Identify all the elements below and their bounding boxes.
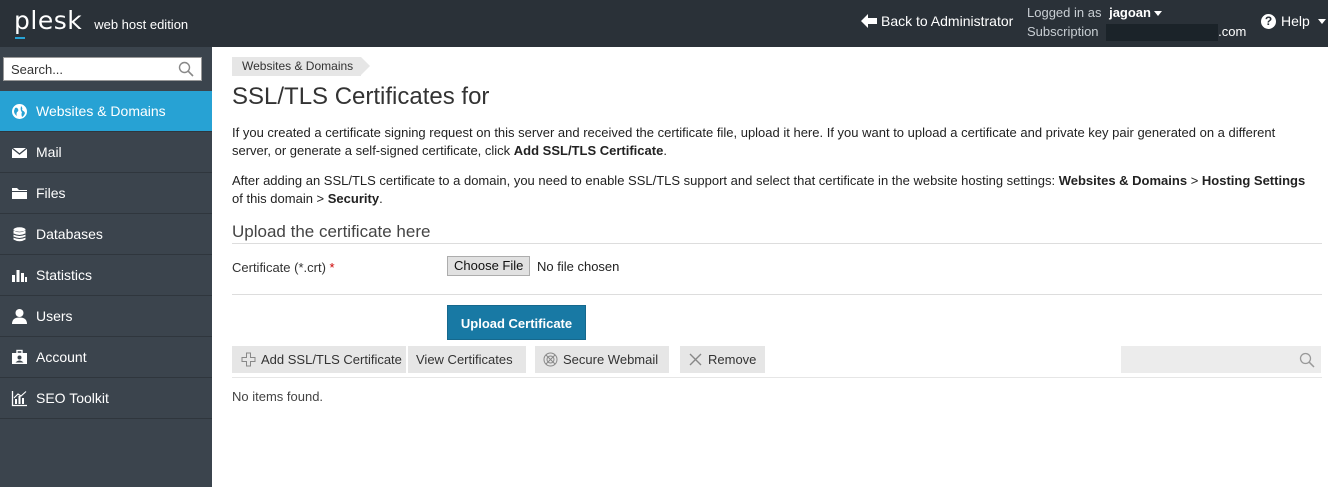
search-input[interactable]	[4, 58, 169, 80]
database-icon	[11, 226, 28, 243]
user-icon	[11, 308, 28, 325]
sidebar-item-label: Account	[36, 349, 87, 365]
question-icon: ?	[1261, 13, 1276, 29]
back-label: Back to Administrator	[881, 13, 1014, 29]
globe-icon	[11, 103, 28, 120]
add-ssl-certificate-button[interactable]: Add SSL/TLS Certificate	[232, 346, 406, 373]
breadcrumb-websites-domains[interactable]: Websites & Domains	[232, 57, 371, 76]
list-divider	[232, 377, 1322, 378]
back-to-administrator-link[interactable]: Back to Administrator	[861, 13, 1013, 29]
logged-in-label: Logged in as	[1027, 5, 1102, 20]
account-icon	[11, 349, 28, 366]
remove-button[interactable]: Remove	[680, 346, 765, 373]
caret-down-icon	[1317, 18, 1326, 24]
description-enable: After adding an SSL/TLS certificate to a…	[232, 173, 1306, 206]
remove-x-icon	[689, 353, 702, 366]
sidebar-item-databases[interactable]: Databases	[0, 214, 212, 255]
bar-chart-icon	[11, 267, 28, 284]
search-icon[interactable]	[1299, 352, 1315, 368]
sidebar-item-statistics[interactable]: Statistics	[0, 255, 212, 296]
subscription-row: Subscription .com	[1027, 22, 1246, 42]
sidebar-item-label: SEO Toolkit	[36, 390, 109, 406]
no-file-chosen-text: No file chosen	[537, 259, 620, 274]
form-divider	[232, 294, 1322, 295]
sidebar-item-files[interactable]: Files	[0, 173, 212, 214]
user-info: Logged in as jagoan Subscription .com	[1027, 3, 1246, 42]
sidebar-item-websites-domains[interactable]: Websites & Domains	[0, 91, 212, 132]
description-upload: If you created a certificate signing req…	[232, 125, 1276, 158]
certificate-label: Certificate (*.crt) *	[232, 260, 335, 275]
list-search	[1121, 346, 1321, 373]
sidebar-item-seo-toolkit[interactable]: SEO Toolkit	[0, 378, 212, 419]
subscription-selector[interactable]: .com	[1102, 24, 1246, 42]
username-menu[interactable]: jagoan	[1109, 5, 1162, 20]
sidebar-item-label: Databases	[36, 226, 103, 242]
sidebar-item-label: Users	[36, 308, 73, 324]
upload-section-title: Upload the certificate here	[232, 222, 431, 241]
sidebar-item-label: Websites & Domains	[36, 103, 166, 119]
envelope-icon	[11, 144, 28, 161]
redacted-domain	[1106, 24, 1219, 42]
help-label: Help	[1281, 13, 1310, 29]
sidebar-item-users[interactable]: Users	[0, 296, 212, 337]
sidebar-nav: Websites & Domains Mail Files Databases …	[0, 91, 212, 419]
sidebar-item-account[interactable]: Account	[0, 337, 212, 378]
empty-list-message: No items found.	[232, 389, 324, 404]
sidebar-item-mail[interactable]: Mail	[0, 132, 212, 173]
sidebar-item-label: Mail	[36, 144, 62, 160]
no-entry-icon	[543, 352, 558, 367]
seo-chart-icon	[11, 390, 28, 407]
upload-certificate-button[interactable]: Upload Certificate	[447, 305, 586, 340]
help-menu[interactable]: ? Help	[1261, 13, 1326, 29]
logo-wordmark: plesk	[14, 6, 82, 39]
logged-in-row: Logged in as jagoan	[1027, 3, 1246, 22]
secure-webmail-button[interactable]: Secure Webmail	[535, 346, 669, 373]
sidebar: Websites & Domains Mail Files Databases …	[0, 47, 212, 487]
arrow-left-icon	[861, 14, 877, 28]
top-bar: plesk web host edition Back to Administr…	[0, 0, 1328, 47]
logo-edition: web host edition	[94, 17, 189, 32]
folder-icon	[11, 185, 28, 202]
view-certificates-button[interactable]: View Certificates	[408, 346, 526, 373]
sidebar-search	[3, 57, 202, 81]
subscription-label: Subscription	[1027, 24, 1099, 39]
choose-file-button[interactable]: Choose File	[447, 256, 531, 276]
plesk-logo[interactable]: plesk web host edition	[14, 6, 189, 39]
search-icon[interactable]	[178, 61, 194, 77]
list-search-input[interactable]	[1121, 346, 1291, 373]
page-title: SSL/TLS Certificates for	[232, 83, 490, 110]
plus-icon	[241, 352, 256, 367]
caret-down-icon	[1153, 11, 1162, 17]
sidebar-item-label: Files	[36, 185, 66, 201]
required-marker: *	[329, 260, 335, 275]
sidebar-item-label: Statistics	[36, 267, 93, 283]
section-divider	[232, 243, 1322, 244]
